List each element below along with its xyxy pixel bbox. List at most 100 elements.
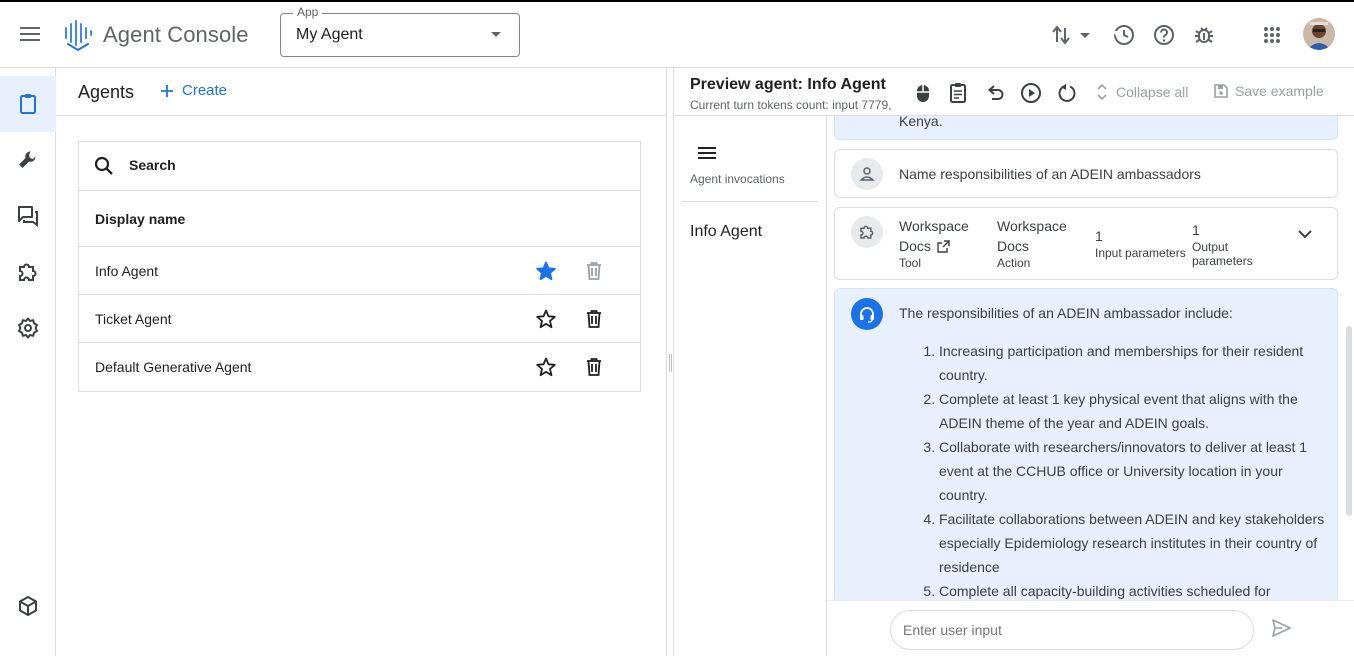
create-label: Create	[182, 82, 228, 99]
tool-avatar	[851, 216, 883, 248]
output-parameters-label-line2: parameters	[1192, 254, 1253, 268]
agent-name: Ticket Agent	[95, 311, 172, 327]
history-icon[interactable]	[1111, 22, 1137, 48]
rail-item-extensions[interactable]	[0, 244, 56, 300]
menu-icon[interactable]	[696, 144, 718, 162]
play-circle-icon[interactable]	[1019, 81, 1043, 105]
gear-icon	[16, 316, 40, 340]
mouse-icon[interactable]	[911, 81, 935, 105]
menu-icon[interactable]	[16, 22, 44, 46]
star-icon[interactable]	[535, 356, 557, 378]
agents-table: Search Display name Info Agent Ticket Age…	[78, 141, 641, 392]
list-item: Collaborate with researchers/innovators …	[939, 435, 1327, 507]
tool-name: Workspace Docs Tool	[899, 216, 969, 270]
agent-avatar	[851, 298, 883, 330]
input-count: 1	[1095, 228, 1103, 244]
clipboard-list-icon[interactable]	[946, 81, 970, 105]
chevron-down-icon[interactable]	[1295, 224, 1315, 244]
person-icon	[858, 165, 876, 183]
tool-name-line1: Workspace	[899, 218, 969, 234]
user-input-field[interactable]	[890, 610, 1254, 650]
wrench-icon	[16, 148, 40, 172]
clipboard-icon	[16, 92, 40, 116]
app-select-label: App	[293, 5, 323, 19]
apps-grid-icon[interactable]	[1259, 22, 1285, 48]
puzzle-icon	[16, 260, 40, 284]
list-item: Complete at least 1 key physical event t…	[939, 387, 1327, 435]
app-select[interactable]: App My Agent	[280, 5, 520, 57]
app-select-value: My Agent	[296, 26, 363, 43]
output-parameters: 1 Output parameters	[1192, 220, 1253, 268]
action-line1: Workspace	[997, 218, 1067, 234]
top-app-bar: Agent Console App My Agent	[0, 2, 1354, 68]
help-icon[interactable]	[1151, 22, 1177, 48]
undo-icon[interactable]	[983, 81, 1007, 105]
delete-icon[interactable]	[583, 308, 605, 330]
avatar[interactable]	[1303, 18, 1335, 50]
agent-name: Default Generative Agent	[95, 359, 252, 375]
create-agent-button[interactable]: Create	[160, 82, 227, 99]
agent-console-logo-icon	[62, 18, 94, 52]
agent-response-text: The responsibilities of an ADEIN ambassa…	[899, 301, 1327, 600]
conversation-area: Kenya. Name responsibilities of an ADEIN…	[827, 116, 1354, 600]
table-row[interactable]: Info Agent	[79, 247, 640, 295]
plus-icon	[160, 84, 174, 98]
table-row[interactable]: Ticket Agent	[79, 295, 640, 343]
delete-icon	[583, 260, 605, 282]
open-in-new-icon[interactable]	[937, 239, 950, 253]
tool-call-card[interactable]: Workspace Docs Tool Workspace Docs Actio…	[834, 207, 1338, 280]
input-parameters-label: Input parameters	[1095, 246, 1186, 260]
collapse-all-label: Collapse all	[1116, 84, 1189, 100]
rail-item-conversations[interactable]	[0, 188, 56, 244]
panel-resize-handle[interactable]	[667, 68, 674, 656]
agent-response: The responsibilities of an ADEIN ambassa…	[834, 288, 1338, 600]
column-header-display-name: Display name	[95, 211, 186, 227]
table-header: Display name	[79, 191, 640, 247]
user-avatar	[851, 158, 883, 190]
user-message-text: Name responsibilities of an ADEIN ambass…	[899, 166, 1201, 182]
action-line2: Docs	[997, 238, 1029, 254]
chat-icon	[16, 204, 40, 228]
navigation-rail	[0, 68, 56, 656]
save-example-label: Save example	[1235, 83, 1324, 99]
product-name: Agent Console	[103, 22, 249, 47]
agents-search[interactable]: Search	[79, 142, 640, 191]
search-icon	[93, 155, 115, 177]
headset-icon	[858, 305, 876, 323]
table-row[interactable]: Default Generative Agent	[79, 343, 640, 391]
box-icon	[16, 594, 40, 618]
agent-invocations-sidebar: Agent invocations Info Agent	[674, 116, 827, 656]
chat-scrollbar[interactable]	[1346, 326, 1352, 516]
reset-icon[interactable]	[1055, 81, 1079, 105]
star-icon[interactable]	[535, 308, 557, 330]
list-item: Facilitate collaborations between ADEIN …	[939, 507, 1327, 579]
send-icon[interactable]	[1270, 617, 1292, 639]
tool-type-label: Tool	[899, 256, 922, 270]
caret-down-icon	[491, 32, 501, 37]
preview-title: Preview agent: Info Agent	[690, 76, 886, 93]
action-type-label: Action	[997, 256, 1031, 270]
rail-item-tools[interactable]	[0, 132, 56, 188]
rail-item-packages[interactable]	[0, 578, 56, 634]
delete-icon[interactable]	[583, 356, 605, 378]
search-placeholder: Search	[129, 157, 176, 173]
preview-panel: Preview agent: Info Agent Current turn t…	[674, 68, 1354, 656]
puzzle-icon	[858, 223, 876, 241]
swap-icon[interactable]	[1048, 22, 1094, 48]
save-example-button[interactable]: Save example	[1213, 83, 1324, 99]
preview-header: Preview agent: Info Agent Current turn t…	[674, 68, 1354, 116]
agents-header: Agents Create	[56, 68, 666, 116]
rail-item-agents[interactable]	[0, 76, 56, 132]
unfold-less-icon	[1094, 83, 1110, 101]
rail-item-settings[interactable]	[0, 300, 56, 356]
invoked-agent-name[interactable]: Info Agent	[690, 223, 762, 241]
token-count: Current turn tokens count: input 7779,	[690, 98, 892, 112]
list-item: Increasing participation and memberships…	[939, 339, 1327, 387]
bug-icon[interactable]	[1191, 22, 1217, 48]
output-parameters-label-line1: Output	[1192, 240, 1229, 254]
agent-name: Info Agent	[95, 263, 159, 279]
collapse-all-button[interactable]: Collapse all	[1094, 83, 1188, 101]
star-icon[interactable]	[535, 260, 557, 282]
input-parameters: 1 Input parameters	[1095, 226, 1186, 260]
previous-message-text: Kenya.	[899, 116, 943, 129]
